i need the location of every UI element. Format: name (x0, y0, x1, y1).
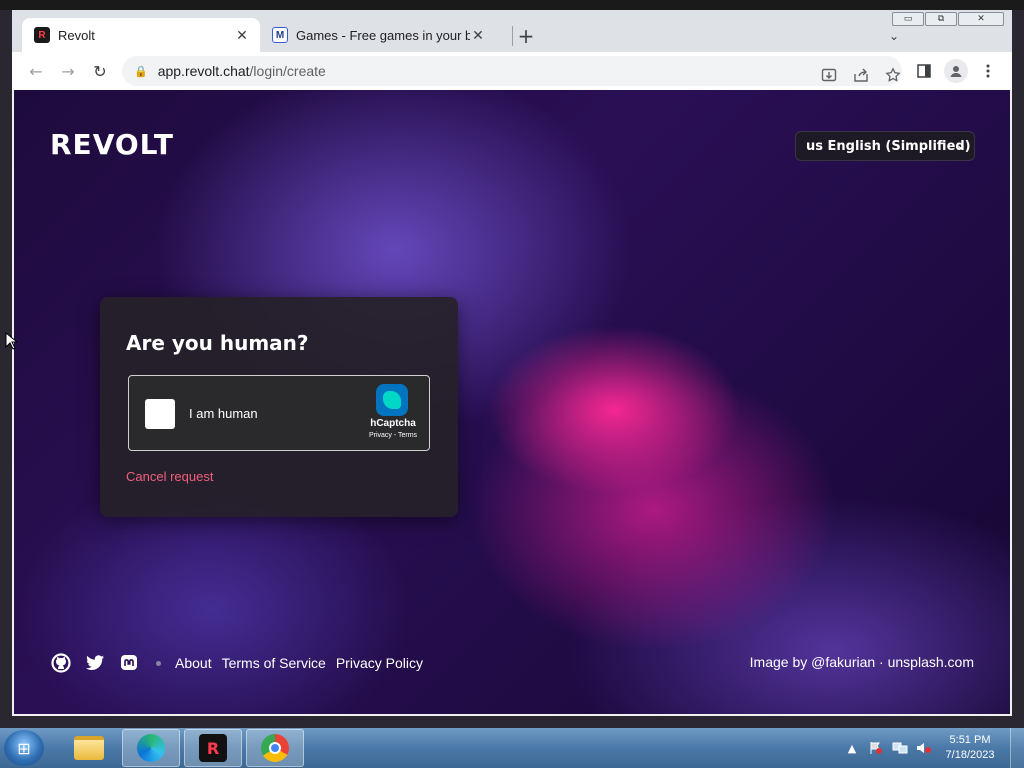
bookmark-star-icon[interactable] (882, 64, 904, 86)
address-path: /login/create (249, 63, 326, 79)
lock-icon: 🔒 (134, 65, 148, 78)
window-controls: ▭ ⧉ ✕ (892, 12, 1004, 26)
edge-icon (137, 734, 165, 762)
new-tab-button[interactable]: + (512, 22, 540, 50)
side-panel-icon[interactable] (912, 59, 936, 83)
hcaptcha-logo-icon (376, 384, 408, 416)
taskbar-chrome[interactable] (246, 729, 304, 767)
github-icon[interactable] (50, 652, 72, 674)
taskbar-edge[interactable] (122, 729, 180, 767)
chrome-icon (261, 734, 289, 762)
mastodon-icon[interactable] (118, 652, 140, 674)
forward-button[interactable]: → (56, 60, 80, 82)
footer-links: About Terms of Service Privacy Policy (50, 652, 433, 674)
tab-games[interactable]: M Games - Free games in your brow ✕ (262, 18, 496, 52)
folder-icon (74, 736, 104, 760)
hcaptcha-terms-link[interactable]: Privacy - Terms (361, 432, 425, 439)
clock-date: 7/18/2023 (945, 749, 995, 761)
revolt-app-icon: R (199, 734, 227, 762)
revolt-logo[interactable]: REVOLT (50, 128, 174, 161)
share-icon[interactable] (850, 64, 872, 86)
twitter-icon[interactable] (84, 652, 106, 674)
system-tray: ▲ 5:51 PM 7/18/2023 (842, 728, 1024, 768)
revolt-favicon-icon: R (34, 27, 50, 43)
image-credit-link[interactable]: Image by @fakurian · unsplash.com (750, 654, 974, 670)
reload-button[interactable]: ↻ (88, 60, 112, 82)
tab-revolt[interactable]: R Revolt ✕ (22, 18, 260, 52)
profile-avatar-icon[interactable] (944, 59, 968, 83)
browser-window: ▭ ⧉ ✕ R Revolt ✕ M Games - Free games in… (0, 0, 1024, 728)
flag-code: us (806, 138, 823, 154)
back-button[interactable]: ← (24, 60, 48, 82)
restore-button[interactable]: ⧉ (925, 12, 957, 26)
hcaptcha-brand: hCaptcha (370, 418, 416, 429)
network-icon[interactable] (890, 739, 910, 757)
action-center-flag-icon[interactable] (866, 739, 886, 757)
captcha-card: Are you human? I am human hCaptcha Priva… (100, 297, 458, 517)
privacy-policy-link[interactable]: Privacy Policy (336, 655, 423, 671)
close-window-button[interactable]: ✕ (958, 12, 1004, 26)
tray-expand-arrow-icon[interactable]: ▲ (842, 739, 862, 757)
cancel-request-link[interactable]: Cancel request (126, 469, 213, 484)
footer-separator-dot (156, 660, 161, 666)
minimize-button[interactable]: ▭ (892, 12, 924, 26)
hcaptcha-widget: I am human hCaptcha Privacy - Terms (128, 375, 430, 451)
about-link[interactable]: About (175, 655, 212, 671)
show-desktop-button[interactable] (1010, 728, 1024, 768)
chevron-down-icon: ⌄ (955, 138, 966, 152)
revolt-login-page: REVOLT us English (Simplified) ⌄ Are you… (14, 90, 1010, 714)
close-tab-icon[interactable]: ✕ (470, 27, 486, 44)
tab-search-chevron-icon[interactable]: ⌄ (884, 26, 904, 46)
address-bar[interactable]: 🔒 app.revolt.chat/login/create (122, 56, 902, 86)
games-favicon-icon: M (272, 27, 288, 43)
start-button[interactable]: ⊞ (4, 730, 44, 766)
browser-toolbar: ← → ↻ 🔒 app.revolt.chat/login/create (12, 52, 1012, 90)
language-selected: English (Simplified) (827, 138, 971, 154)
menu-kebab-icon[interactable] (976, 59, 1000, 83)
windows-logo-icon: ⊞ (17, 738, 31, 758)
title-strip (0, 0, 1024, 10)
language-select[interactable]: us English (Simplified) ⌄ (795, 131, 975, 161)
human-checkbox[interactable] (145, 399, 175, 429)
taskbar-clock[interactable]: 5:51 PM 7/18/2023 (938, 733, 1002, 763)
taskbar-revolt[interactable]: R (184, 729, 242, 767)
browser-chrome: ▭ ⧉ ✕ R Revolt ✕ M Games - Free games in… (12, 10, 1012, 90)
install-app-icon[interactable] (818, 64, 840, 86)
tab-title: Games - Free games in your brow (296, 27, 470, 43)
card-title: Are you human? (126, 331, 309, 355)
address-host: app.revolt.chat (157, 63, 250, 79)
taskbar-explorer[interactable] (60, 729, 118, 767)
tab-title: Revolt (58, 27, 95, 43)
close-tab-icon[interactable]: ✕ (234, 27, 250, 44)
volume-muted-icon[interactable] (914, 739, 934, 757)
terms-of-service-link[interactable]: Terms of Service (222, 655, 326, 671)
windows-taskbar: ⊞ R ▲ 5:51 PM 7/18/2023 (0, 728, 1024, 768)
checkbox-label: I am human (189, 406, 258, 421)
clock-time: 5:51 PM (949, 734, 991, 746)
